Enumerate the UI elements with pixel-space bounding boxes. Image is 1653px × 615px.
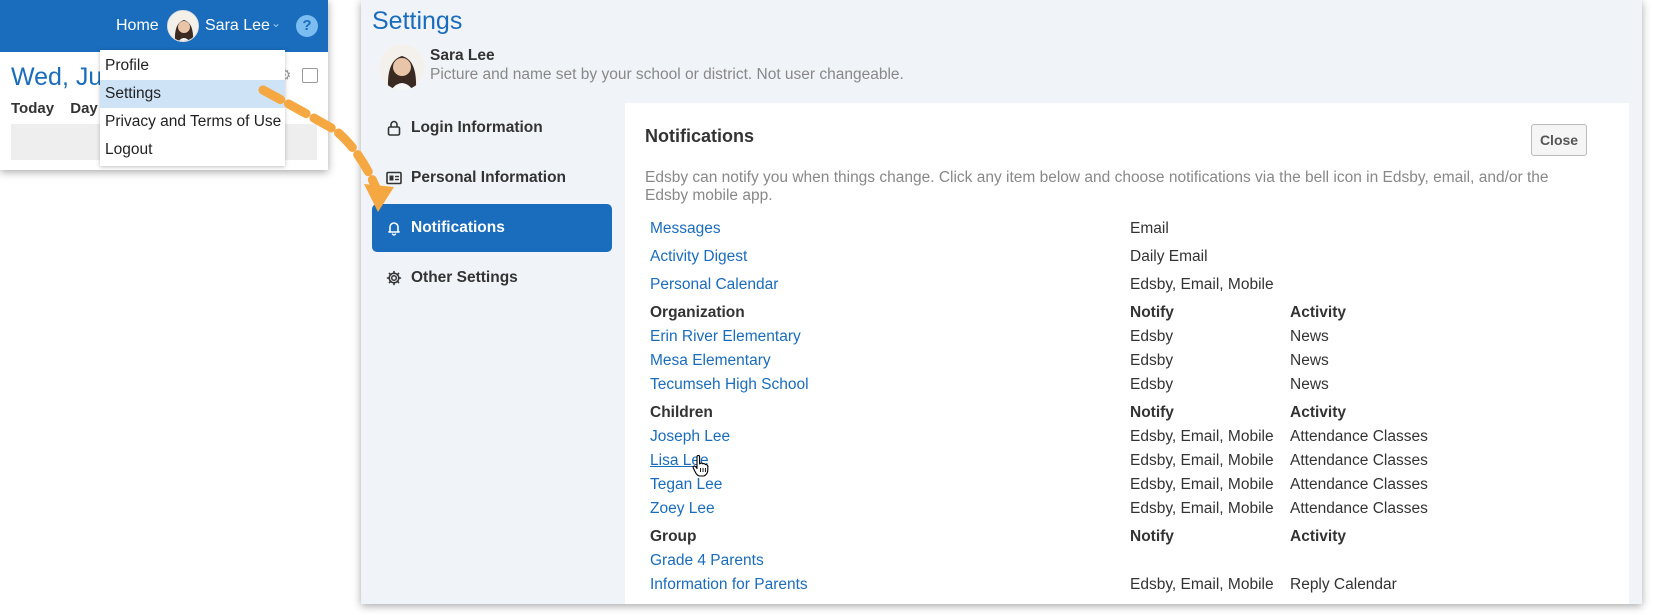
list-item: Zoey Lee Edsby, Email, Mobile Attendance… [650,500,1610,524]
list-item: Lisa Lee Edsby, Email, Mobile Attendance… [650,452,1610,476]
list-item: Tecumseh High School Edsby News [650,376,1610,400]
notify-header: Notify [1130,404,1174,421]
activity-value: Attendance Classes [1290,452,1428,469]
activity-header: Activity [1290,404,1346,421]
hand-cursor-icon [692,455,709,477]
activity-value: Attendance Classes [1290,500,1428,517]
settings-panel: Settings Sara Lee Picture and name set b… [361,0,1642,604]
notification-link[interactable]: Activity Digest [650,248,747,266]
notification-link[interactable]: Zoey Lee [650,500,715,518]
list-item: Joseph Lee Edsby, Email, Mobile Attendan… [650,428,1610,452]
activity-value: Attendance Classes [1290,476,1428,493]
notification-link[interactable]: Erin River Elementary [650,328,801,346]
notifications-pane: Notifications Close Edsby can notify you… [625,103,1629,604]
notify-value: Edsby [1130,352,1174,369]
notify-value: Email [1130,220,1169,237]
list-item: Erin River Elementary Edsby News [650,328,1610,352]
notification-link[interactable]: Messages [650,220,721,238]
notify-value: Edsby, Email, Mobile [1130,276,1274,293]
activity-header: Activity [1290,304,1346,321]
notify-value: Edsby, Email, Mobile [1130,476,1274,493]
notify-value: Edsby, Email, Mobile [1130,428,1274,445]
list-item: Personal Calendar Edsby, Email, Mobile [650,276,1610,300]
activity-value: News [1290,328,1329,345]
notification-link[interactable]: Tegan Lee [650,476,722,494]
notify-value: Edsby, Email, Mobile [1130,452,1274,469]
nav-label: Notifications [411,219,505,236]
callout-arrow-icon [258,85,394,212]
nav-label: Personal Information [411,169,567,186]
list-item: Grade 4 Parents [650,552,1610,576]
notify-header: Notify [1130,304,1174,321]
notification-link[interactable]: Grade 4 Parents [650,552,764,570]
notification-link[interactable]: Personal Calendar [650,276,778,294]
notification-link[interactable]: Information for Parents [650,576,808,594]
activity-value: Attendance Classes [1290,428,1428,445]
list-item: Messages Email [650,220,1610,244]
notify-value: Edsby, Email, Mobile [1130,500,1274,517]
profile-note: Picture and name set by your school or d… [430,66,904,83]
nav-other-settings[interactable]: Other Settings [372,254,612,302]
profile-name: Sara Lee [430,47,495,64]
notify-value: Daily Email [1130,248,1208,265]
activity-value: Reply Calendar [1290,576,1397,593]
list-item: Tegan Lee Edsby, Email, Mobile Attendanc… [650,476,1610,500]
notification-link[interactable]: Joseph Lee [650,428,730,446]
notifications-description: Edsby can notify you when things change.… [645,169,1549,204]
gear-icon [386,270,402,286]
list-item: Information for Parents Edsby, Email, Mo… [650,576,1610,600]
nav-label: Other Settings [411,269,518,286]
close-button[interactable]: Close [1531,124,1587,156]
notifications-title: Notifications [645,126,755,146]
activity-value: News [1290,376,1329,393]
activity-value: News [1290,352,1329,369]
nav-label: Login Information [411,119,543,136]
activity-header: Activity [1290,528,1346,545]
notification-link[interactable]: Mesa Elementary [650,352,771,370]
section-header: Group Notify Activity [650,528,1610,552]
list-item: Mesa Elementary Edsby News [650,352,1610,376]
notify-value: Edsby [1130,328,1174,345]
notify-value: Edsby, Email, Mobile [1130,576,1274,593]
notification-link[interactable]: Tecumseh High School [650,376,809,394]
section-title: Children [650,404,713,421]
section-header: Children Notify Activity [650,404,1610,428]
notify-header: Notify [1130,528,1174,545]
notify-value: Edsby [1130,376,1174,393]
section-header: Organization Notify Activity [650,304,1610,328]
section-title: Organization [650,304,745,321]
list-item: Activity Digest Daily Email [650,248,1610,272]
section-title: Group [650,528,697,545]
